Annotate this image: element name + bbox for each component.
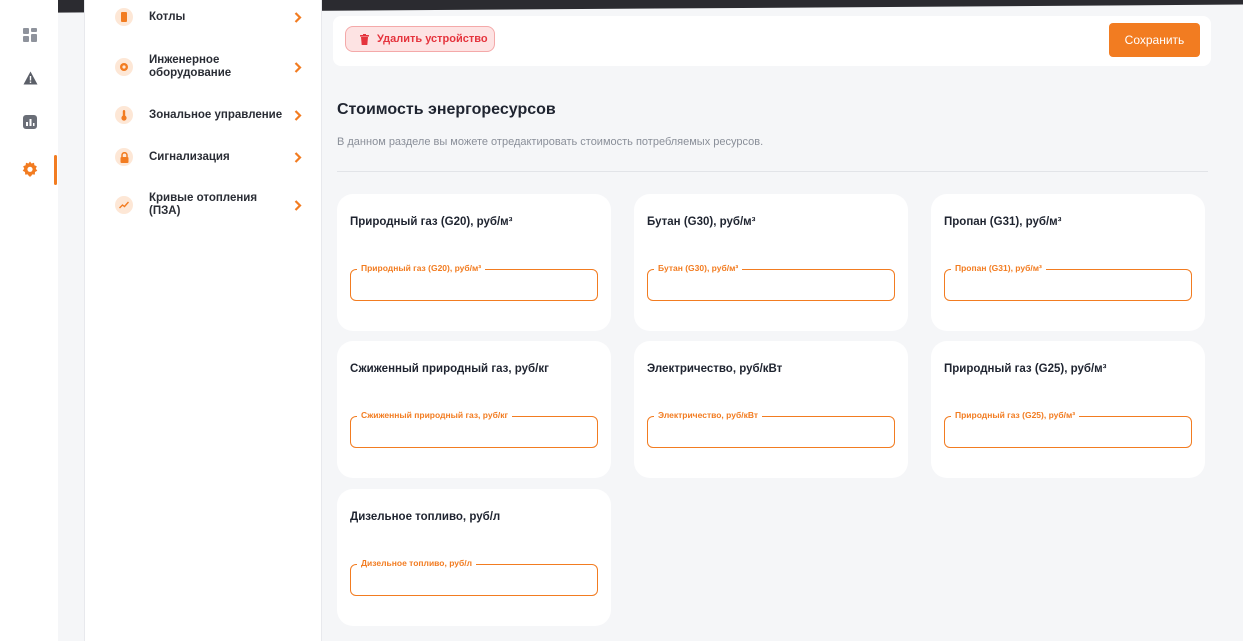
engineering-icon [115,58,133,76]
price-field-g25[interactable]: Природный газ (G25), руб/м³ [944,410,1192,448]
delete-device-button[interactable]: Удалить устройство [345,26,495,52]
price-field-electricity[interactable]: Электричество, руб/кВт [647,410,895,448]
sidebar-item-boilers[interactable]: Котлы [115,8,305,26]
price-input-g30[interactable] [658,277,886,295]
chevron-right-icon [291,150,305,164]
card-title: Природный газ (G25), руб/м³ [944,363,1107,375]
price-input-electricity[interactable] [658,424,886,442]
field-label: Пропан (G31), руб/м³ [951,263,1046,274]
sidebar-item-label: Котлы [149,10,186,23]
field-label: Сжиженный природный газ, руб/кг [357,410,512,421]
field-label: Дизельное топливо, руб/л [357,558,477,569]
field-label: Бутан (G30), руб/м³ [654,263,743,274]
price-field-diesel[interactable]: Дизельное топливо, руб/л [350,558,598,596]
boiler-icon [115,8,133,26]
field-label: Электричество, руб/кВт [654,410,763,421]
lock-icon [115,148,133,166]
save-button[interactable]: Сохранить [1109,23,1200,57]
active-indicator [54,155,57,185]
section-divider [337,171,1208,172]
warning-icon[interactable] [20,68,40,88]
trash-icon [360,33,369,45]
card-title: Сжиженный природный газ, руб/кг [350,363,549,375]
section-description: В данном разделе вы можете отредактирова… [337,136,764,148]
settings-sidebar: Котлы Инженерное оборудование Зональное … [84,0,322,641]
sidebar-item-label: Кривые отопления (ПЗА) [149,192,258,217]
sidebar-item-heating-curves[interactable]: Кривые отопления (ПЗА) [115,192,305,218]
card-title: Дизельное топливо, руб/л [350,511,501,523]
sidebar-item-engineering[interactable]: Инженерное оборудование [115,54,305,80]
gear-icon[interactable] [20,159,40,179]
chevron-right-icon [291,108,305,122]
price-card-g31: Пропан (G31), руб/м³ Пропан (G31), руб/м… [931,194,1205,331]
chevron-right-icon [291,198,305,212]
price-card-g20: Природный газ (G20), руб/м³ Природный га… [337,194,611,331]
card-title: Электричество, руб/кВт [647,363,783,375]
price-field-g20[interactable]: Природный газ (G20), руб/м³ [350,263,598,301]
chevron-right-icon [291,60,305,74]
price-input-g25[interactable] [955,424,1183,442]
price-card-lng: Сжиженный природный газ, руб/кг Сжиженны… [337,341,611,478]
delete-device-label: Удалить устройство [377,33,488,45]
section-title: Стоимость энергоресурсов [337,101,556,118]
sidebar-item-label: Сигнализация [149,150,230,163]
action-bar: Удалить устройство Сохранить [333,16,1211,66]
trend-icon [115,196,133,214]
icon-rail [0,0,58,641]
price-input-lng[interactable] [361,424,589,442]
sidebar-item-label: Инженерное оборудование [149,54,232,79]
card-title: Бутан (G30), руб/м³ [647,216,756,228]
price-field-g30[interactable]: Бутан (G30), руб/м³ [647,263,895,301]
card-title: Природный газ (G20), руб/м³ [350,216,513,228]
thermometer-icon [115,106,133,124]
price-field-lng[interactable]: Сжиженный природный газ, руб/кг [350,410,598,448]
field-label: Природный газ (G25), руб/м³ [951,410,1080,421]
sidebar-item-alarms[interactable]: Сигнализация [115,148,305,166]
sidebar-item-zones[interactable]: Зональное управление [115,106,305,124]
sidebar-item-label: Зональное управление [149,108,283,121]
chevron-right-icon [291,10,305,24]
price-card-electricity: Электричество, руб/кВт Электричество, ру… [634,341,908,478]
price-input-diesel[interactable] [361,572,589,590]
card-title: Пропан (G31), руб/м³ [944,216,1062,228]
bar-chart-icon[interactable] [20,112,40,132]
price-card-diesel: Дизельное топливо, руб/л Дизельное топли… [337,489,611,626]
field-label: Природный газ (G20), руб/м³ [357,263,486,274]
price-card-g30: Бутан (G30), руб/м³ Бутан (G30), руб/м³ [634,194,908,331]
price-card-g25: Природный газ (G25), руб/м³ Природный га… [931,341,1205,478]
dashboard-grid-icon[interactable] [20,25,40,45]
price-input-g20[interactable] [361,277,589,295]
price-input-g31[interactable] [955,277,1183,295]
price-field-g31[interactable]: Пропан (G31), руб/м³ [944,263,1192,301]
